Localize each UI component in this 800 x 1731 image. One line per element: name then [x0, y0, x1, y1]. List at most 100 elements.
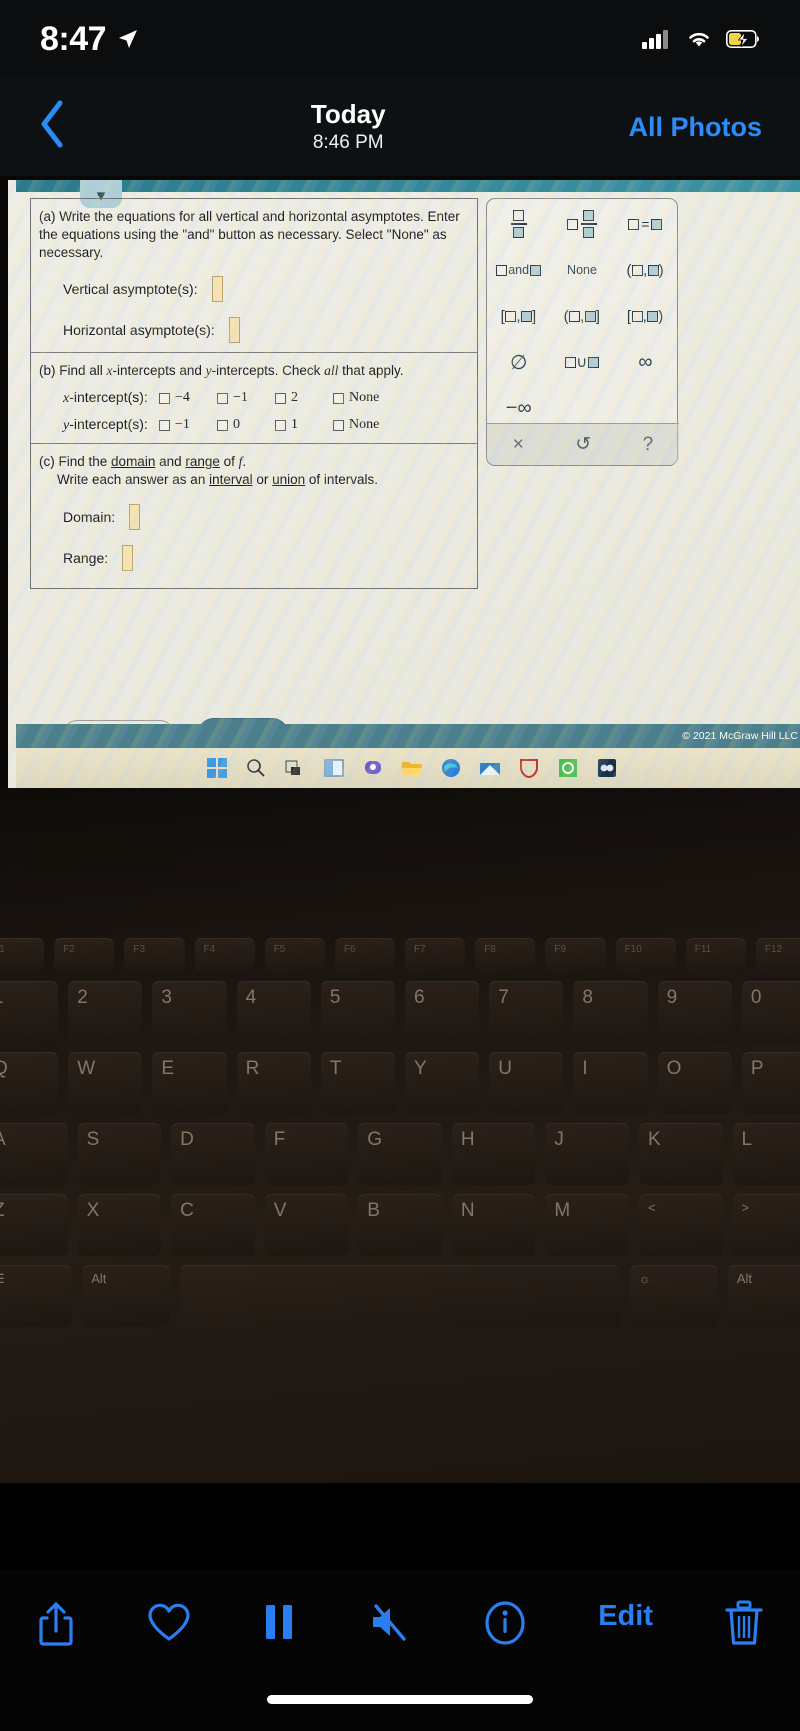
key-p[interactable]: P — [741, 1052, 800, 1114]
edit-button[interactable]: Edit — [598, 1600, 653, 1633]
key-u[interactable]: U — [489, 1052, 564, 1114]
all-photos-button[interactable]: All Photos — [628, 112, 762, 143]
key-w[interactable]: W — [68, 1052, 143, 1114]
palette-key-equals[interactable]: = — [614, 209, 677, 239]
key-s[interactable]: S — [77, 1123, 162, 1185]
palette-undo-button[interactable]: ↺ — [575, 433, 591, 456]
delete-button[interactable] — [724, 1600, 764, 1646]
palette-key-half-open-left[interactable]: (,] — [550, 301, 613, 331]
key-h[interactable]: H — [451, 1123, 536, 1185]
palette-clear-button[interactable]: × — [513, 434, 524, 456]
palette-key-empty-set[interactable]: ∅ — [487, 347, 550, 377]
key-alt-right[interactable]: Alt — [727, 1265, 800, 1327]
palette-key-union[interactable]: ∪ — [550, 347, 613, 377]
key-8[interactable]: 8 — [573, 981, 648, 1043]
key-f[interactable]: F — [264, 1123, 349, 1185]
interval-link[interactable]: interval — [209, 472, 253, 487]
union-link[interactable]: union — [272, 472, 305, 487]
x-intercept-option-0[interactable]: −4 — [159, 390, 217, 406]
key-l[interactable]: L — [732, 1123, 800, 1185]
y-intercept-option-none[interactable]: None — [333, 417, 379, 433]
range-input[interactable] — [122, 544, 134, 571]
key-f2[interactable]: F2 — [54, 938, 115, 972]
key-9[interactable]: 9 — [657, 981, 732, 1043]
key-alt-left[interactable]: Alt — [82, 1265, 171, 1327]
widgets-icon[interactable] — [323, 757, 345, 779]
palette-key-fraction[interactable] — [487, 209, 550, 239]
palette-key-infinity[interactable]: ∞ — [614, 347, 677, 377]
key-f12[interactable]: F12 — [755, 938, 800, 972]
palette-key-open-interval[interactable]: (,) — [614, 255, 677, 285]
palette-key-none[interactable]: None — [550, 255, 613, 285]
edge-icon[interactable] — [440, 757, 462, 779]
key-2[interactable]: 2 — [68, 981, 143, 1043]
checkbox-icon[interactable] — [217, 392, 228, 404]
task-view-icon[interactable] — [284, 757, 306, 779]
checkbox-icon[interactable] — [159, 392, 170, 404]
x-intercept-option-none[interactable]: None — [333, 390, 379, 406]
checkbox-icon[interactable] — [217, 419, 228, 431]
mute-button[interactable] — [368, 1600, 412, 1644]
key-t[interactable]: T — [320, 1052, 396, 1114]
vertical-asymptote-input[interactable] — [211, 276, 223, 303]
palette-key-and[interactable]: and — [487, 255, 550, 285]
range-link[interactable]: range — [185, 454, 220, 469]
key-f9[interactable]: F9 — [545, 938, 606, 972]
key-3[interactable]: 3 — [152, 981, 227, 1043]
mail-icon[interactable] — [479, 757, 501, 779]
palette-key-neg-infinity[interactable]: −∞ — [487, 393, 550, 423]
search-icon[interactable] — [245, 757, 267, 779]
key-f1[interactable]: F1 — [0, 938, 45, 972]
key-c[interactable]: C — [171, 1194, 255, 1256]
key-o[interactable]: O — [657, 1052, 732, 1114]
key-x[interactable]: X — [77, 1194, 162, 1256]
y-intercept-option-1[interactable]: 0 — [217, 417, 275, 433]
key-a[interactable]: A — [0, 1123, 68, 1185]
key-d[interactable]: D — [171, 1123, 255, 1185]
key-f4[interactable]: F4 — [194, 938, 255, 972]
domain-input[interactable] — [129, 503, 141, 530]
key-f11[interactable]: F11 — [685, 938, 746, 972]
key-5[interactable]: 5 — [320, 981, 396, 1043]
key-i[interactable]: I — [573, 1052, 648, 1114]
photo-content[interactable]: ▾ (a) Write the equations for all vertic… — [0, 176, 800, 1483]
key-g[interactable]: G — [358, 1123, 442, 1185]
pause-button[interactable] — [262, 1600, 296, 1644]
checkbox-icon[interactable] — [333, 419, 344, 431]
y-intercept-option-2[interactable]: 1 — [275, 417, 333, 433]
key-f8[interactable]: F8 — [475, 938, 536, 972]
file-explorer-icon[interactable] — [401, 757, 423, 779]
checkbox-icon[interactable] — [275, 419, 286, 431]
key-6[interactable]: 6 — [405, 981, 480, 1043]
palette-key-half-open-right[interactable]: [,) — [614, 301, 677, 331]
word-icon[interactable] — [596, 757, 618, 779]
x-intercept-option-2[interactable]: 2 — [275, 390, 333, 406]
palette-key-closed-interval[interactable]: [,] — [487, 301, 550, 331]
key-comma[interactable]: < — [638, 1194, 723, 1256]
excel-icon[interactable] — [557, 757, 579, 779]
horizontal-asymptote-input[interactable] — [228, 317, 240, 344]
key-backlight[interactable]: ☼ — [629, 1265, 718, 1327]
key-j[interactable]: J — [545, 1123, 629, 1185]
key-e[interactable]: E — [152, 1052, 227, 1114]
key-1[interactable]: 1 — [0, 981, 59, 1043]
key-q[interactable]: Q — [0, 1052, 59, 1114]
info-button[interactable] — [483, 1600, 527, 1646]
palette-key-mixed-fraction[interactable] — [550, 209, 613, 239]
checkbox-icon[interactable] — [159, 419, 170, 431]
key-f5[interactable]: F5 — [264, 938, 325, 972]
key-windows[interactable]: ☷ — [0, 1265, 73, 1327]
key-y[interactable]: Y — [405, 1052, 480, 1114]
key-z[interactable]: Z — [0, 1194, 68, 1256]
key-v[interactable]: V — [264, 1194, 349, 1256]
windows-start-icon[interactable] — [206, 757, 228, 779]
key-f3[interactable]: F3 — [124, 938, 185, 972]
favorite-button[interactable] — [147, 1600, 191, 1644]
y-intercept-option-0[interactable]: −1 — [159, 417, 217, 433]
key-m[interactable]: M — [545, 1194, 629, 1256]
domain-link[interactable]: domain — [111, 454, 155, 469]
key-r[interactable]: R — [236, 1052, 311, 1114]
key-7[interactable]: 7 — [489, 981, 564, 1043]
key-f10[interactable]: F10 — [615, 938, 676, 972]
teams-icon[interactable] — [362, 757, 384, 779]
